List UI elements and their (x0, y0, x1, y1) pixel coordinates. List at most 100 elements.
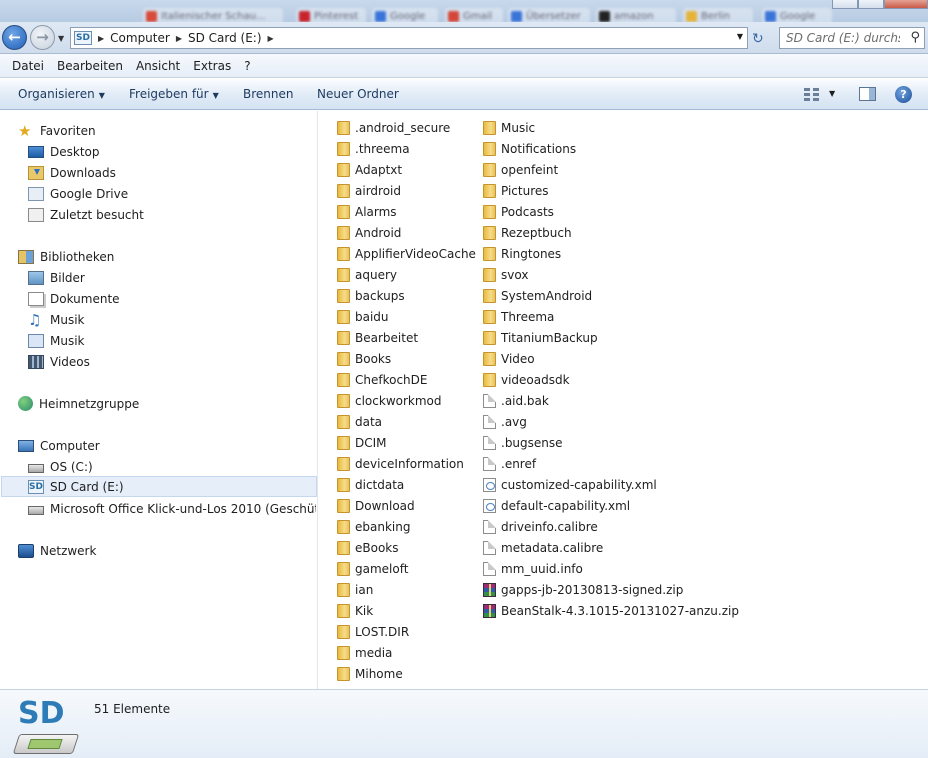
file-item[interactable]: deviceInformation (337, 453, 476, 474)
close-button[interactable] (884, 0, 928, 9)
burn-button[interactable]: Brennen (243, 87, 293, 101)
file-item[interactable]: backups (337, 285, 476, 306)
file-item[interactable]: Download (337, 495, 476, 516)
menu-datei[interactable]: Datei (12, 59, 44, 73)
file-item[interactable]: Pictures (483, 180, 739, 201)
file-item[interactable]: ebanking (337, 516, 476, 537)
chevron-right-icon[interactable]: ▶ (268, 34, 274, 43)
file-item[interactable]: clockworkmod (337, 390, 476, 411)
file-item[interactable]: metadata.calibre (483, 537, 739, 558)
nav-office-drive[interactable]: Microsoft Office Klick-und-Los 2010 (Ges… (28, 498, 316, 519)
nav-videos[interactable]: Videos (28, 351, 90, 372)
menu-help[interactable]: ? (244, 59, 250, 73)
file-item[interactable]: ian (337, 579, 476, 600)
address-bar[interactable]: SD ▶ Computer ▶ SD Card (E:) ▶ ▼ (70, 27, 748, 49)
file-item[interactable]: data (337, 411, 476, 432)
refresh-icon[interactable]: ↻ (752, 31, 764, 47)
file-item[interactable]: LOST.DIR (337, 621, 476, 642)
breadcrumb-computer[interactable]: Computer (110, 31, 170, 45)
back-button[interactable]: ← (2, 25, 27, 50)
file-item[interactable]: videoadsdk (483, 369, 739, 390)
file-item[interactable]: gapps-jb-20130813-signed.zip (483, 579, 739, 600)
organize-button[interactable]: Organisieren ▼ (18, 87, 105, 101)
file-item[interactable]: default-capability.xml (483, 495, 739, 516)
search-box[interactable]: ⚲ (779, 27, 925, 49)
file-item[interactable]: Books (337, 348, 476, 369)
menu-extras[interactable]: Extras (193, 59, 231, 73)
new-folder-button[interactable]: Neuer Ordner (317, 87, 399, 101)
menu-bearbeiten[interactable]: Bearbeiten (57, 59, 123, 73)
help-icon[interactable]: ? (895, 86, 912, 103)
minimize-button[interactable] (832, 0, 858, 9)
nav-documents[interactable]: Dokumente (28, 288, 120, 309)
nav-computer[interactable]: Computer (18, 435, 100, 456)
file-item[interactable]: aquery (337, 264, 476, 285)
file-item[interactable]: Rezeptbuch (483, 222, 739, 243)
file-item[interactable]: customized-capability.xml (483, 474, 739, 495)
nav-homegroup[interactable]: Heimnetzgruppe (18, 393, 139, 414)
nav-google-drive[interactable]: Google Drive (28, 183, 128, 204)
file-item[interactable]: openfeint (483, 159, 739, 180)
address-history-dropdown[interactable]: ▼ (737, 32, 743, 41)
nav-downloads[interactable]: Downloads (28, 162, 116, 183)
nav-network[interactable]: Netzwerk (18, 540, 96, 561)
file-item[interactable]: Bearbeitet (337, 327, 476, 348)
file-item[interactable]: Podcasts (483, 201, 739, 222)
breadcrumb-sd-card[interactable]: SD Card (E:) (188, 31, 262, 45)
file-item[interactable]: .enref (483, 453, 739, 474)
preview-pane-icon[interactable] (859, 87, 876, 101)
file-item[interactable]: .android_secure (337, 117, 476, 138)
menu-ansicht[interactable]: Ansicht (136, 59, 180, 73)
file-item[interactable]: Ringtones (483, 243, 739, 264)
nav-desktop[interactable]: Desktop (28, 141, 100, 162)
file-item[interactable]: eBooks (337, 537, 476, 558)
nav-libraries[interactable]: Bibliotheken (18, 246, 114, 267)
file-item[interactable]: dictdata (337, 474, 476, 495)
nav-pictures[interactable]: Bilder (28, 267, 85, 288)
file-item[interactable]: Video (483, 348, 739, 369)
file-item[interactable]: .bugsense (483, 432, 739, 453)
file-item[interactable]: Adaptxt (337, 159, 476, 180)
file-item[interactable]: mm_uuid.info (483, 558, 739, 579)
file-item[interactable]: Mihome (337, 663, 476, 684)
nav-music[interactable]: ♫ Musik (28, 309, 85, 330)
file-item[interactable]: Music (483, 117, 739, 138)
file-item[interactable]: .threema (337, 138, 476, 159)
search-icon[interactable]: ⚲ (910, 30, 920, 45)
file-item[interactable]: ApplifierVideoCache (337, 243, 476, 264)
file-item[interactable]: media (337, 642, 476, 663)
maximize-button[interactable] (858, 0, 884, 9)
file-item[interactable]: Threema (483, 306, 739, 327)
file-item[interactable]: Alarms (337, 201, 476, 222)
file-item[interactable]: Notifications (483, 138, 739, 159)
file-item[interactable]: Kik (337, 600, 476, 621)
nav-recent-places[interactable]: Zuletzt besucht (28, 204, 144, 225)
forward-button[interactable]: → (30, 25, 55, 50)
file-item[interactable]: TitaniumBackup (483, 327, 739, 348)
file-item[interactable]: .aid.bak (483, 390, 739, 411)
file-item[interactable]: svox (483, 264, 739, 285)
documents-icon (28, 291, 44, 306)
chevron-right-icon[interactable]: ▶ (98, 34, 104, 43)
recent-pages-dropdown[interactable]: ▼ (58, 34, 64, 43)
chevron-down-icon[interactable]: ▼ (829, 89, 835, 98)
nav-music-2[interactable]: Musik (28, 330, 85, 351)
file-item[interactable]: baidu (337, 306, 476, 327)
search-input[interactable] (780, 28, 900, 48)
file-item[interactable]: Android (337, 222, 476, 243)
file-item[interactable]: airdroid (337, 180, 476, 201)
nav-sd-card[interactable]: SD SD Card (E:) (1, 476, 317, 497)
file-item[interactable]: ChefkochDE (337, 369, 476, 390)
file-item[interactable]: BeanStalk-4.3.1015-20131027-anzu.zip (483, 600, 739, 621)
view-options-icon[interactable] (804, 87, 820, 101)
nav-favorites[interactable]: ★ Favoriten (18, 120, 96, 141)
file-item[interactable]: driveinfo.calibre (483, 516, 739, 537)
file-item[interactable]: DCIM (337, 432, 476, 453)
chevron-right-icon[interactable]: ▶ (176, 34, 182, 43)
folder-icon (337, 645, 350, 660)
file-item[interactable]: gameloft (337, 558, 476, 579)
nav-drive-c[interactable]: OS (C:) (28, 456, 93, 477)
share-button[interactable]: Freigeben für ▼ (129, 87, 219, 101)
file-item[interactable]: SystemAndroid (483, 285, 739, 306)
file-item[interactable]: .avg (483, 411, 739, 432)
